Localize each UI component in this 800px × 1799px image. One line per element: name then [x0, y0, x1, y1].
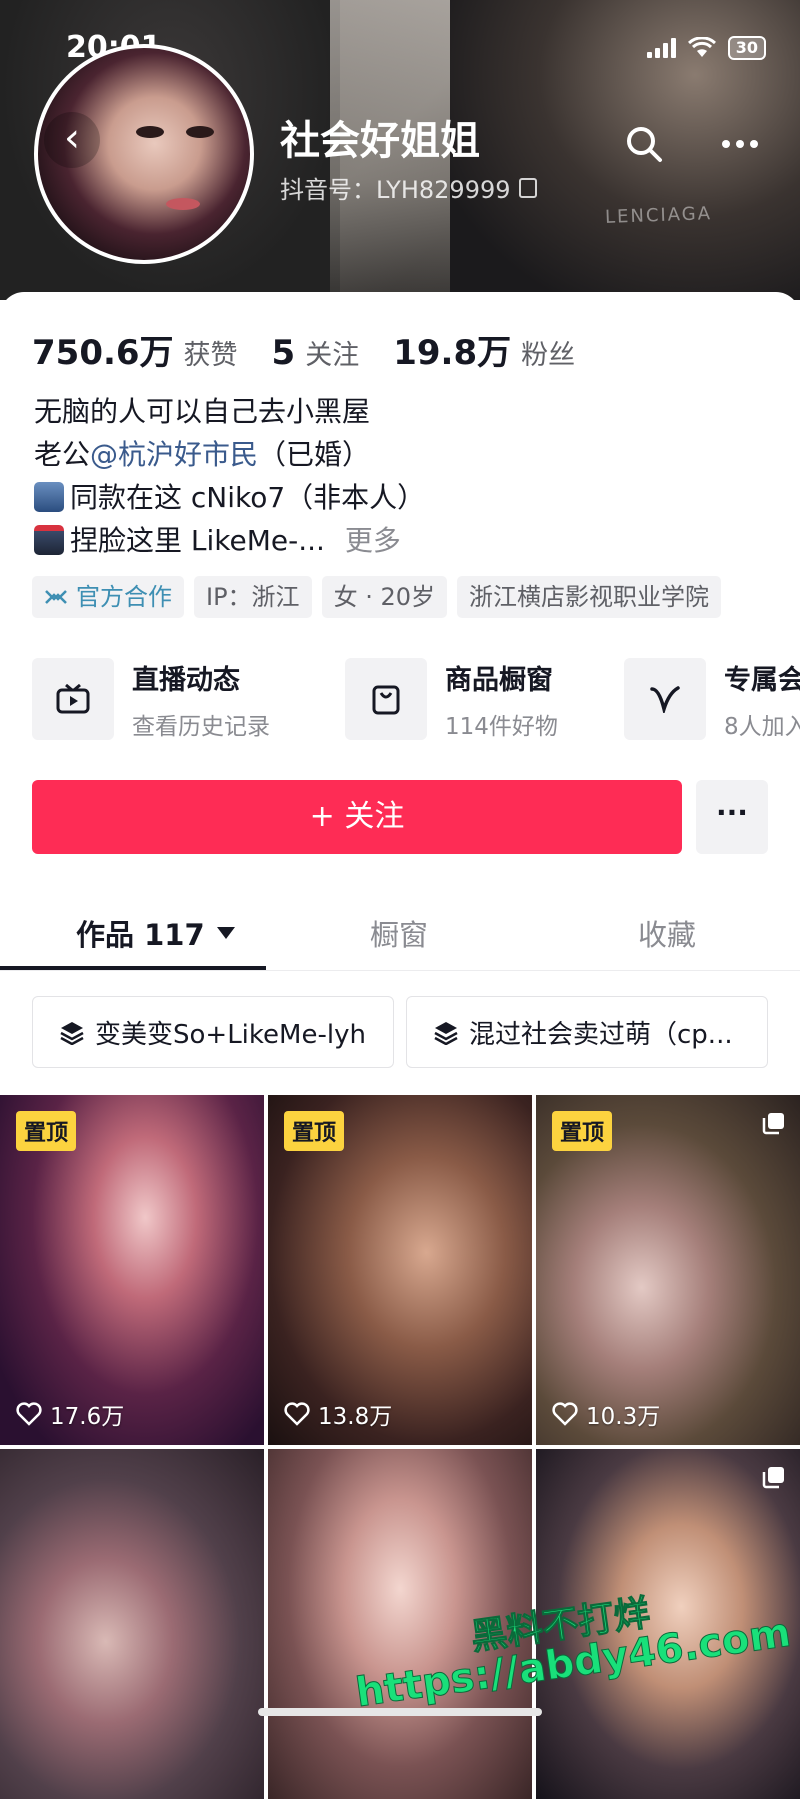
pinned-badge: 置顶 [284, 1111, 345, 1151]
tv-icon [32, 658, 114, 740]
more-options-icon[interactable] [718, 122, 762, 166]
video-thumbnail[interactable]: 置顶 10.3万 [536, 1095, 800, 1445]
dropdown-triangle-icon [216, 927, 235, 939]
wifi-icon [687, 37, 716, 57]
tag-official-cooperation[interactable]: 官方合作 [32, 576, 184, 618]
heart-icon [552, 1402, 578, 1426]
home-indicator [258, 1708, 542, 1716]
entry-shop-window[interactable]: 商品橱窗 114件好物 [345, 658, 558, 740]
battery-indicator: 30 [727, 36, 766, 60]
tag-school[interactable]: 浙江横店影视职业学院 [457, 576, 721, 618]
following-label: 关注 [305, 340, 360, 371]
entry-shop-title: 商品橱窗 [445, 664, 553, 696]
likes-label: 获赞 [183, 340, 238, 371]
douyin-id[interactable]: 抖音号：LYH829999 [280, 170, 537, 205]
search-icon[interactable] [622, 122, 666, 166]
video-thumbnail[interactable]: 置顶 17.6万 [0, 1095, 264, 1445]
profile-tags: 官方合作 IP：浙江 女 · 20岁 浙江横店影视职业学院 [32, 576, 721, 618]
entry-club-title: 专属会 [724, 664, 800, 696]
bio-more-link[interactable]: 更多 [345, 524, 401, 557]
heart-icon [284, 1402, 310, 1426]
copy-icon[interactable] [518, 177, 537, 198]
bio-line-4: 捏脸这里 LikeMe-... 更多 [34, 521, 401, 561]
tab-works[interactable]: 作品 117 [76, 912, 235, 954]
video-thumbnail[interactable]: 置顶 13.8万 [268, 1095, 532, 1445]
layers-icon [60, 1022, 84, 1045]
status-icons: 30 [646, 36, 766, 60]
back-icon: ‹ [64, 115, 80, 161]
entry-live-sub: 查看历史记录 [132, 713, 270, 740]
entry-live-history[interactable]: 直播动态 查看历史记录 [32, 658, 270, 740]
entry-shop-sub: 114件好物 [445, 713, 558, 740]
handshake-icon [45, 590, 67, 604]
video-likes: 10.3万 [552, 1397, 660, 1431]
v-icon [624, 658, 706, 740]
following-count[interactable]: 5 [272, 333, 296, 373]
video-thumbnail[interactable] [0, 1449, 264, 1799]
video-likes: 17.6万 [16, 1397, 124, 1431]
bag-icon [345, 658, 427, 740]
tag-gender-age: 女 · 20岁 [321, 576, 447, 618]
tab-collection[interactable]: 收藏 [638, 912, 696, 954]
followers-count[interactable]: 19.8万 [393, 325, 511, 374]
collection-chip-1[interactable]: 变美变So+LikeMe-lyh [32, 996, 394, 1068]
husband-mention-link[interactable]: @杭沪好市民 [90, 438, 258, 471]
bio-line-3: 同款在这 cNiko7（非本人） [34, 478, 425, 518]
pinned-badge: 置顶 [16, 1111, 77, 1151]
follow-more-button[interactable]: ··· [696, 780, 768, 854]
layers-icon [434, 1022, 458, 1045]
entry-club-sub: 8人加入 [724, 713, 800, 740]
douyin-id-text: 抖音号：LYH829999 [280, 176, 511, 204]
mailbox-emoji-icon [34, 525, 64, 555]
entry-exclusive-club[interactable]: 专属会 8人加入 [624, 658, 800, 740]
follow-button[interactable]: + 关注 [32, 780, 682, 854]
multi-image-icon [762, 1467, 784, 1489]
bio-line-2: 老公@杭沪好市民（已婚） [34, 438, 371, 471]
signal-icon [646, 38, 676, 58]
pinned-badge: 置顶 [552, 1111, 613, 1151]
video-likes: 13.8万 [284, 1397, 392, 1431]
profile-stats: 750.6万 获赞 5 关注 19.8万 粉丝 [32, 325, 609, 374]
followers-label: 粉丝 [521, 340, 576, 371]
tab-shop-window[interactable]: 橱窗 [370, 912, 428, 954]
collection-chip-2[interactable]: 混过社会卖过萌（cp... [406, 996, 768, 1068]
multi-image-icon [762, 1113, 784, 1135]
heart-icon [16, 1402, 42, 1426]
tag-ip-location: IP：浙江 [194, 576, 312, 618]
bio-line-1: 无脑的人可以自己去小黑屋 [34, 395, 371, 428]
suit-emoji-icon [34, 482, 64, 512]
tab-divider [0, 970, 800, 971]
likes-count[interactable]: 750.6万 [32, 325, 174, 374]
back-button[interactable]: ‹ [44, 112, 100, 168]
shirt-print-text: LENCIAGA [604, 203, 713, 228]
entry-live-title: 直播动态 [132, 664, 240, 696]
profile-name: 社会好姐姐 [280, 118, 480, 164]
